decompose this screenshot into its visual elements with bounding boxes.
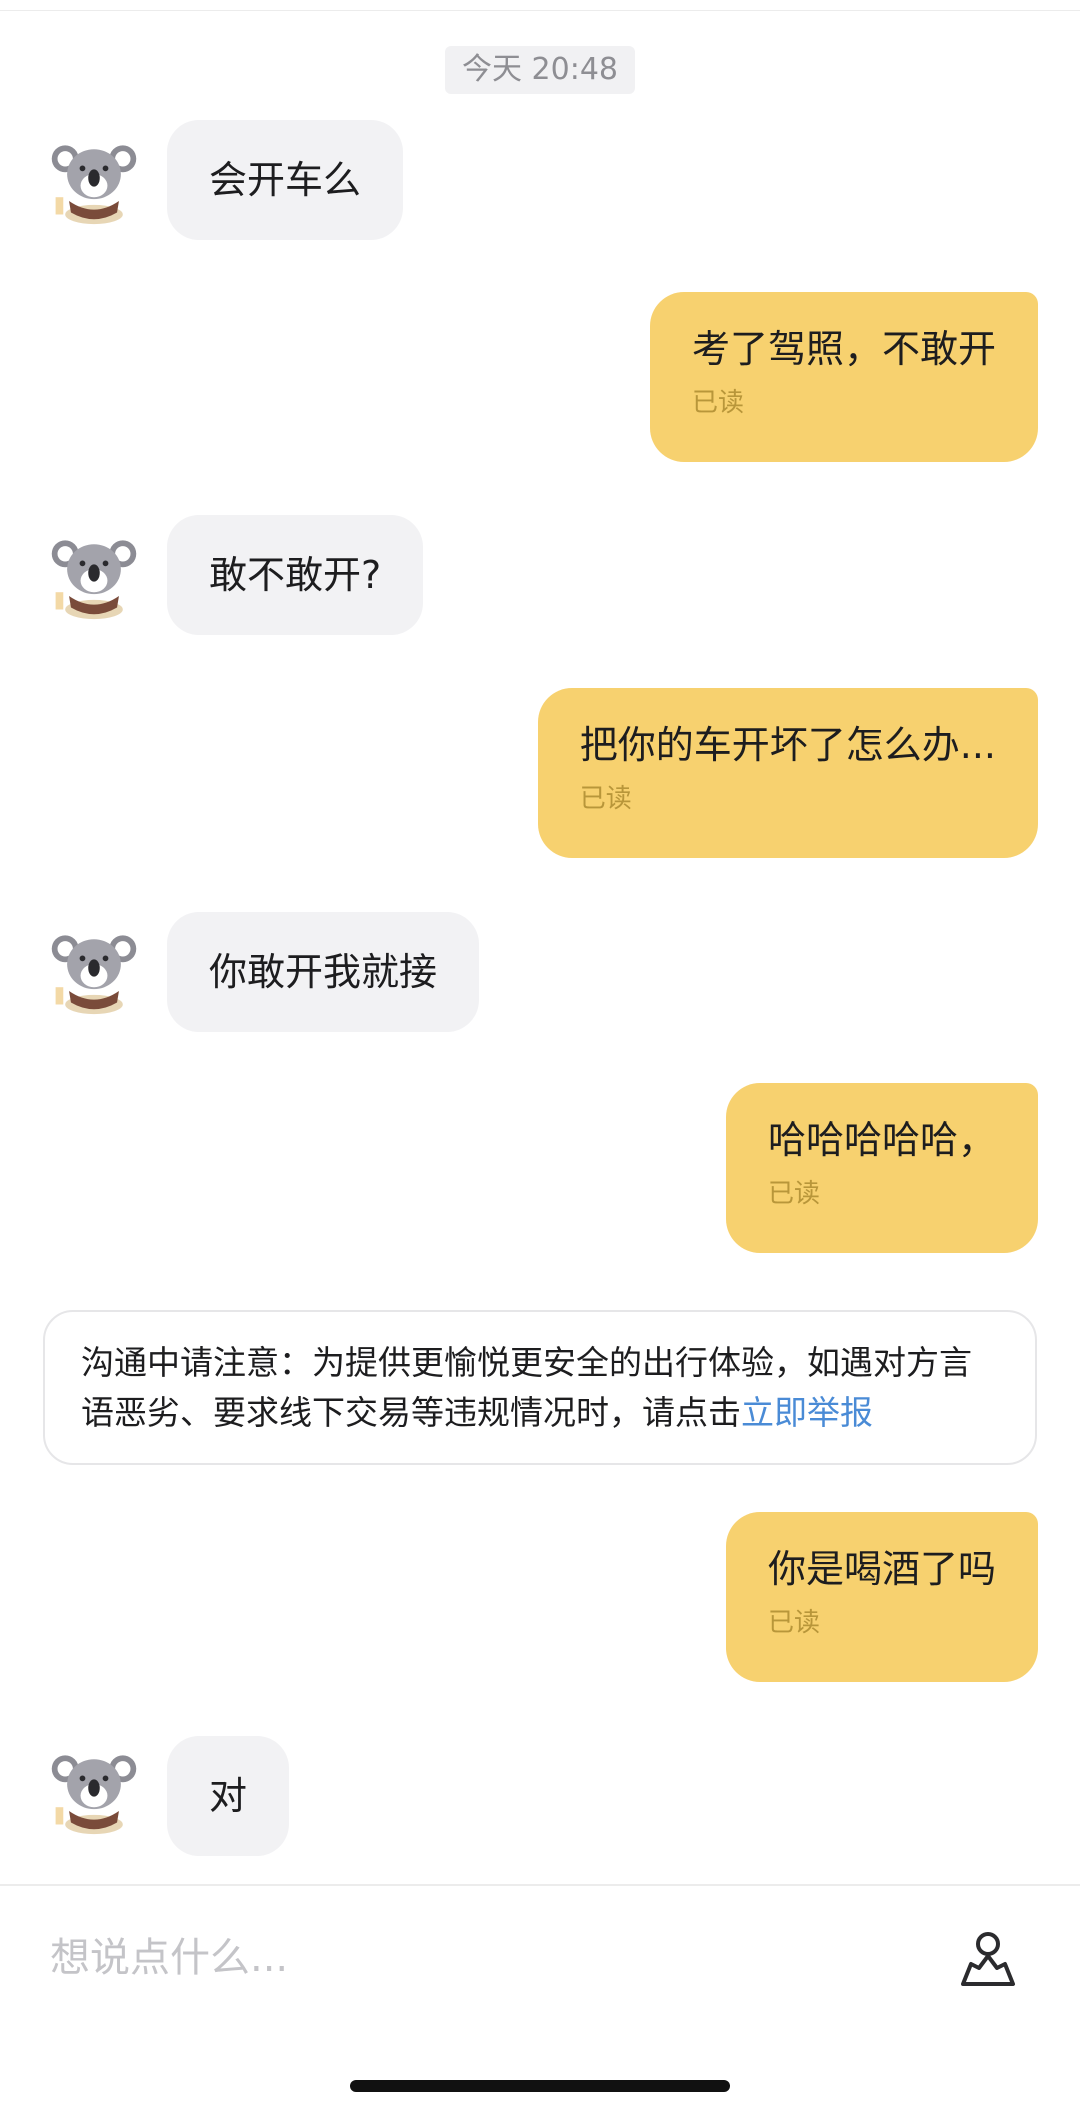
top-divider xyxy=(0,10,1080,11)
koala-avatar-icon[interactable] xyxy=(46,1740,142,1836)
message-text: 考了驾照，不敢开 xyxy=(691,327,996,371)
koala-avatar-icon[interactable] xyxy=(46,130,142,226)
message-text: 你敢开我就接 xyxy=(209,950,438,994)
message-input[interactable]: 想说点什么... xyxy=(50,1928,288,1988)
koala-avatar-icon[interactable] xyxy=(46,920,142,1016)
received-message[interactable]: 你敢开我就接 xyxy=(167,912,480,1032)
chat-screen: 今天 20:48 会开车么 考了驾照，不敢开 已读 敢不敢开? 把你的车开坏了怎… xyxy=(0,0,1080,2118)
location-share-icon[interactable] xyxy=(955,1926,1021,1992)
received-message[interactable]: 敢不敢开? xyxy=(167,515,424,635)
message-text: 敢不敢开? xyxy=(209,553,382,597)
read-status: 已读 xyxy=(579,784,632,814)
message-input-bar: 想说点什么... xyxy=(0,1884,1080,2036)
sent-message[interactable]: 哈哈哈哈哈， 已读 xyxy=(725,1083,1038,1253)
read-status: 已读 xyxy=(691,388,744,418)
message-text: 把你的车开坏了怎么办... xyxy=(579,723,996,767)
koala-avatar-icon[interactable] xyxy=(46,525,142,621)
sent-message[interactable]: 考了驾照，不敢开 已读 xyxy=(649,292,1038,462)
message-text: 哈哈哈哈哈， xyxy=(767,1118,996,1162)
received-message[interactable]: 会开车么 xyxy=(167,120,404,240)
message-text: 会开车么 xyxy=(209,158,362,202)
timestamp-label: 今天 20:48 xyxy=(445,46,635,94)
message-text: 对 xyxy=(209,1774,248,1818)
read-status: 已读 xyxy=(767,1179,820,1209)
received-message[interactable]: 对 xyxy=(167,1736,290,1856)
sent-message[interactable]: 把你的车开坏了怎么办... 已读 xyxy=(537,688,1038,858)
message-text: 你是喝酒了吗 xyxy=(767,1547,996,1591)
home-indicator[interactable] xyxy=(350,2080,730,2092)
report-link[interactable]: 立即举报 xyxy=(741,1393,873,1432)
sent-message[interactable]: 你是喝酒了吗 已读 xyxy=(725,1512,1038,1682)
safety-notice: 沟通中请注意：为提供更愉悦更安全的出行体验，如遇对方言语恶劣、要求线下交易等违规… xyxy=(43,1310,1037,1465)
read-status: 已读 xyxy=(767,1608,820,1638)
